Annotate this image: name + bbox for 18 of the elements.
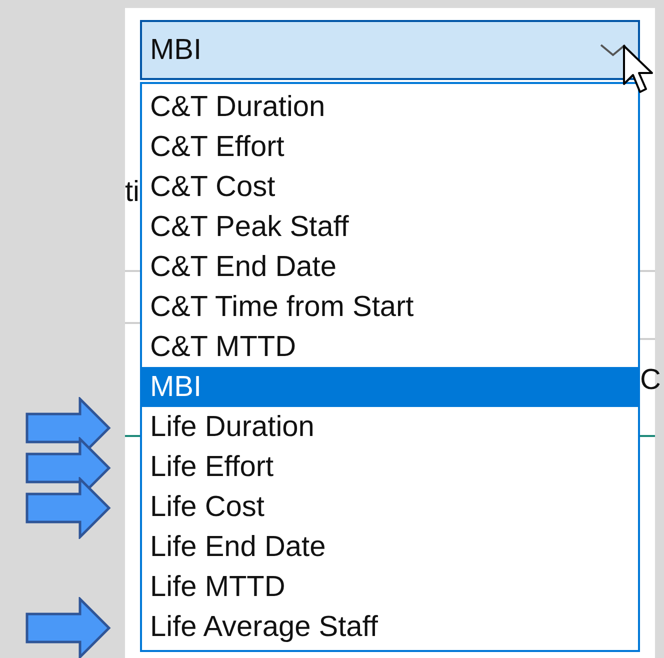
dropdown-option[interactable]: C&T End Date bbox=[142, 247, 638, 287]
dropdown-option[interactable]: C&T Peak Staff bbox=[142, 207, 638, 247]
dropdown-option[interactable]: C&T MTTD bbox=[142, 327, 638, 367]
header-fragment: C bbox=[640, 366, 661, 395]
dropdown-option[interactable]: MBI bbox=[142, 367, 638, 407]
dropdown-combobox[interactable]: MBI bbox=[140, 20, 640, 80]
dropdown-option[interactable]: Life MTTD bbox=[142, 567, 638, 607]
chevron-down-icon bbox=[600, 43, 626, 57]
dropdown-option[interactable]: C&T Cost bbox=[142, 167, 638, 207]
dropdown-option[interactable]: C&T Duration bbox=[142, 87, 638, 127]
dropdown-option[interactable]: C&T Time from Start bbox=[142, 287, 638, 327]
label-fragment: ti bbox=[125, 176, 140, 208]
dropdown-option[interactable]: Life End Date bbox=[142, 527, 638, 567]
dropdown-option[interactable]: C&T Effort bbox=[142, 127, 638, 167]
dropdown-option[interactable]: Life Average Staff bbox=[142, 607, 638, 647]
dropdown-option[interactable]: Life Cost bbox=[142, 487, 638, 527]
dropdown-option[interactable]: Life Effort bbox=[142, 447, 638, 487]
dropdown-option[interactable]: Life Duration bbox=[142, 407, 638, 447]
